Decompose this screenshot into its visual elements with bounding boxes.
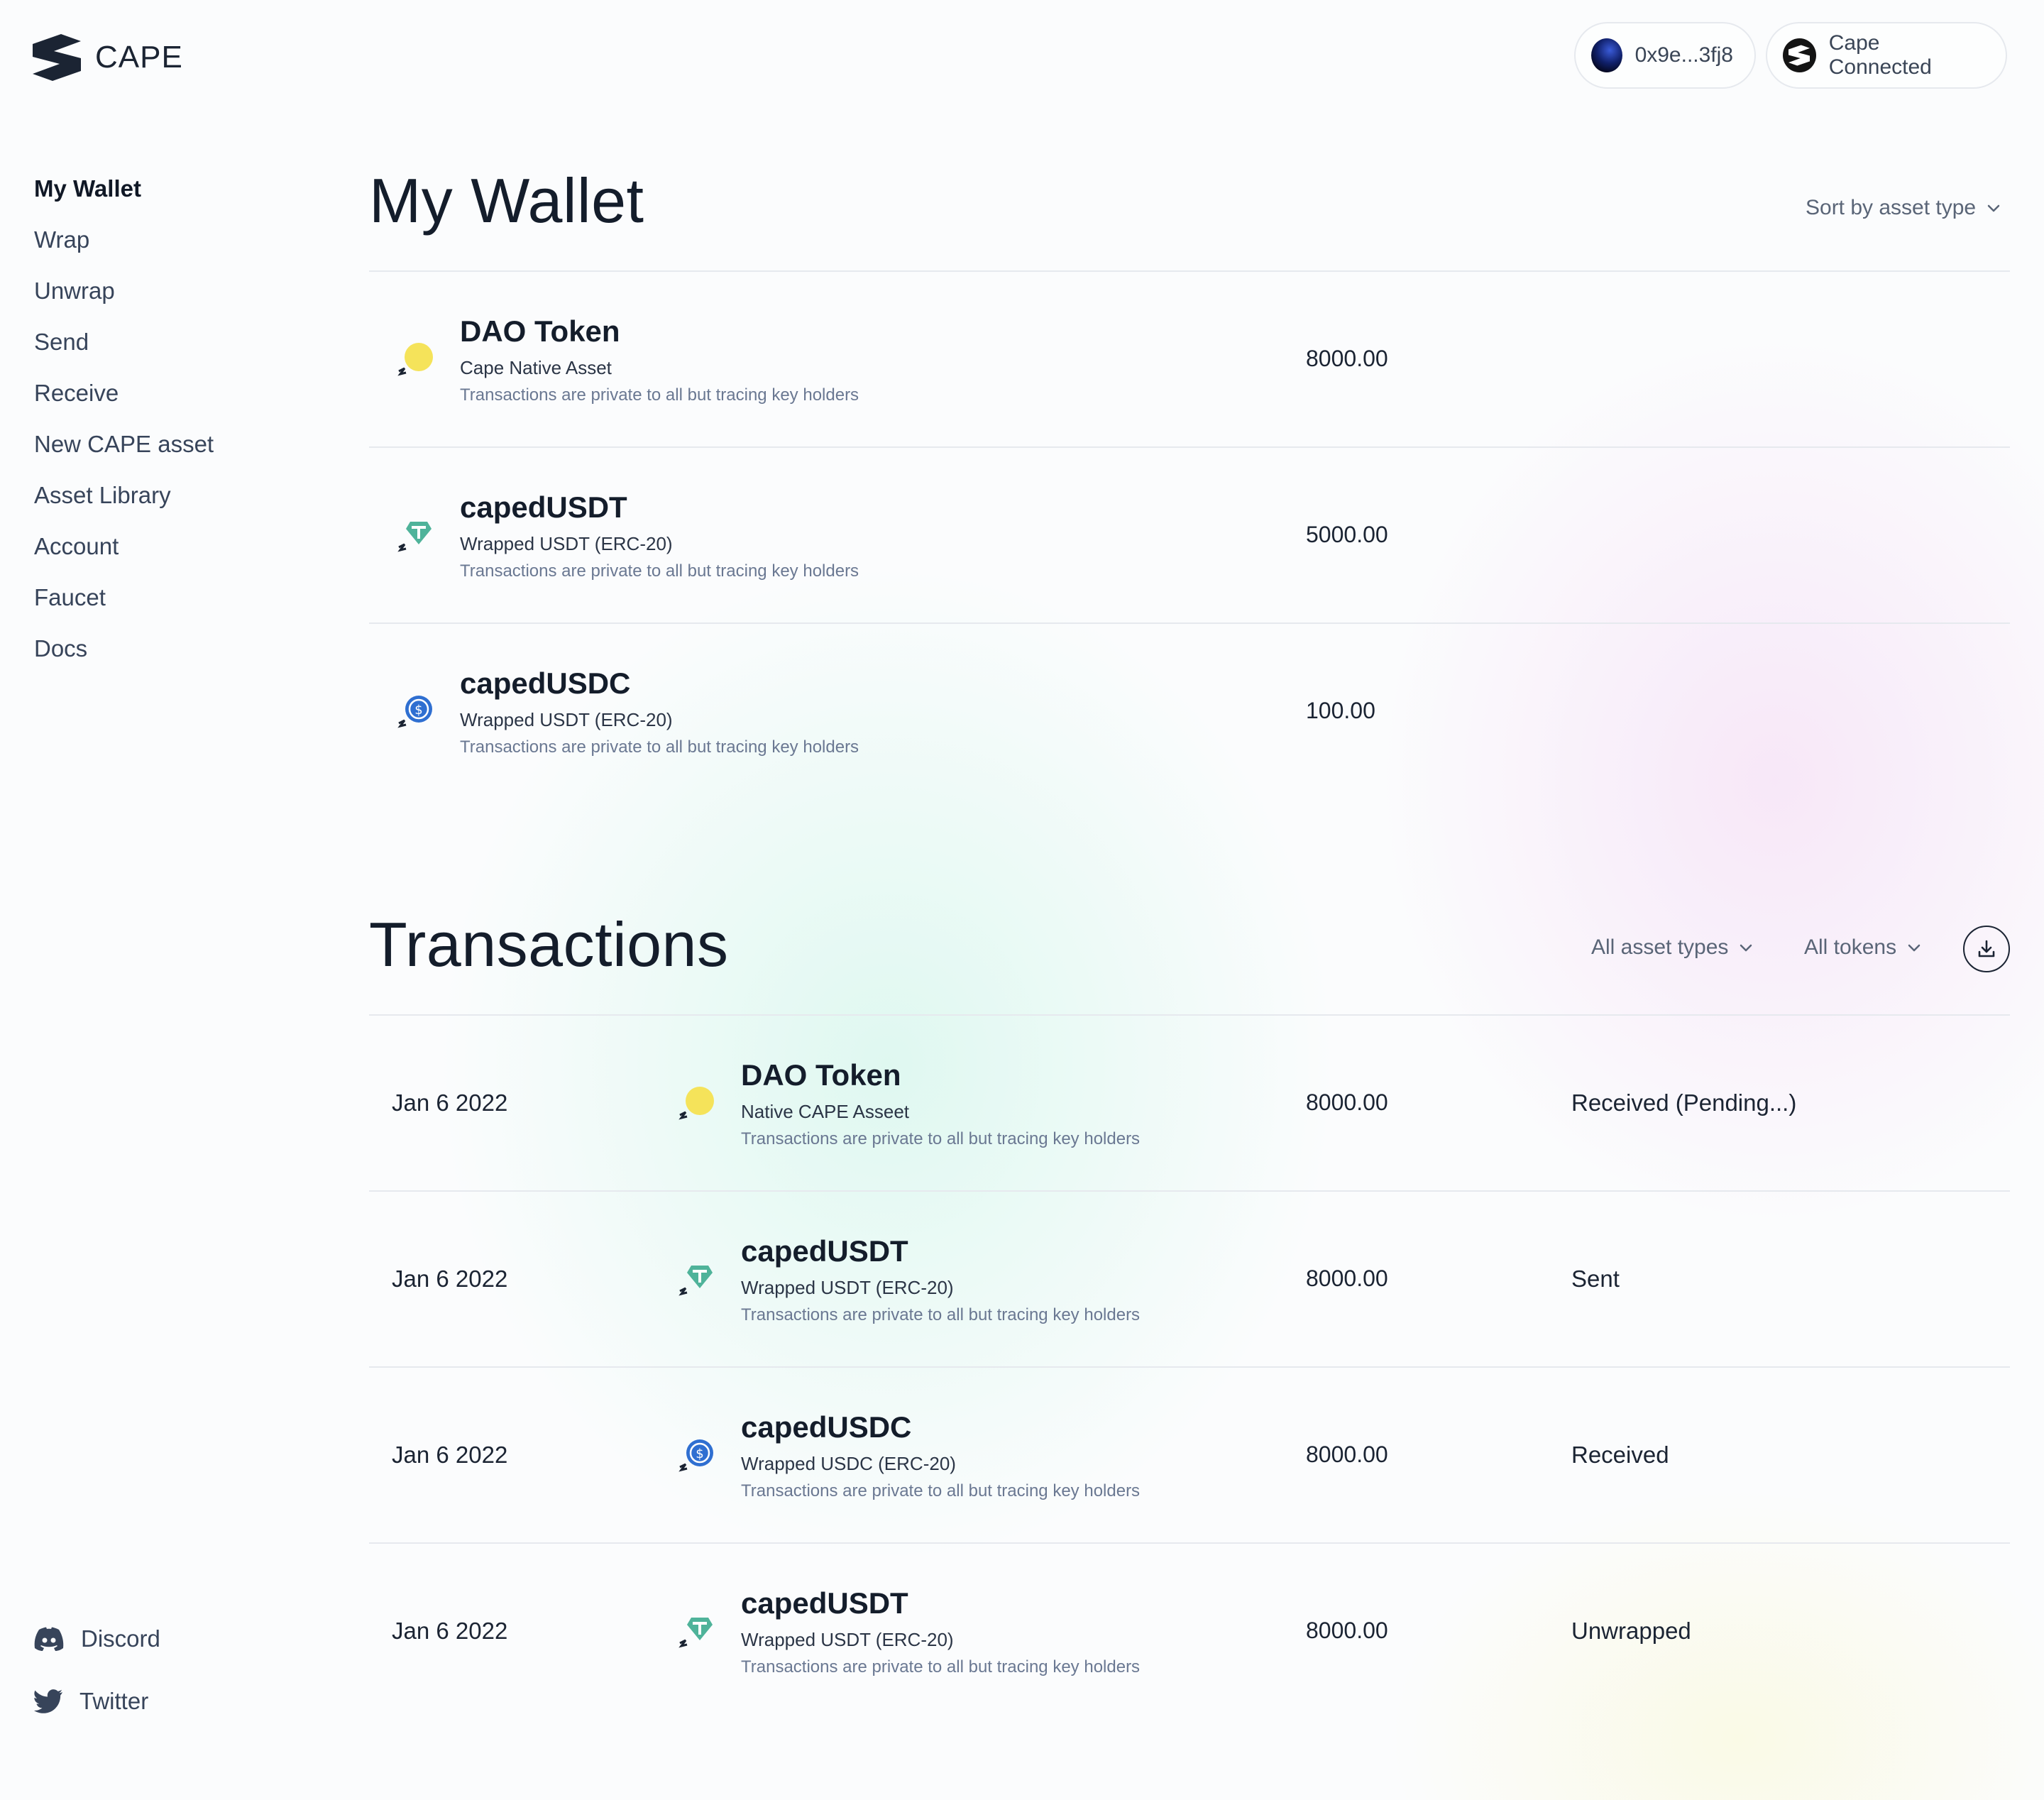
sidebar-item-asset-library[interactable]: Asset Library [34, 470, 214, 521]
transactions-title: Transactions [369, 909, 729, 979]
asset-privacy-note: Transactions are private to all but trac… [460, 385, 859, 405]
svg-text:$: $ [696, 1447, 703, 1461]
transaction-status: Received (Pending...) [1571, 1090, 1797, 1116]
asset-name: capedUSDT [460, 490, 627, 524]
svg-text:$: $ [414, 703, 422, 718]
asset-amount: 100.00 [1306, 698, 1375, 723]
asset-privacy-note: Transactions are private to all but trac… [460, 561, 859, 581]
sidebar-item-my-wallet[interactable]: My Wallet [34, 163, 214, 214]
transaction-token-subtitle: Wrapped USDT (ERC-20) [741, 1629, 954, 1650]
transaction-privacy-note: Transactions are private to all but trac… [741, 1305, 1141, 1324]
usdt-icon [678, 1618, 713, 1648]
tokens-filter-label: All tokens [1804, 935, 1897, 959]
sidebar-nav: My Wallet Wrap Unwrap Send Receive New C… [34, 163, 214, 674]
chevron-down-icon [1740, 944, 1752, 952]
transaction-token-subtitle: Native CAPE Asseet [741, 1101, 909, 1122]
dao-token-icon [678, 1087, 714, 1120]
transaction-token-subtitle: Wrapped USDT (ERC-20) [741, 1277, 954, 1298]
transaction-status: Unwrapped [1571, 1618, 1691, 1644]
discord-icon [34, 1627, 64, 1651]
sidebar-item-new-cape-asset[interactable]: New CAPE asset [34, 419, 214, 470]
discord-label: Discord [81, 1625, 160, 1652]
asset-subtitle: Wrapped USDT (ERC-20) [460, 533, 673, 554]
cape-connection-button[interactable]: Cape Connected [1766, 22, 2007, 89]
wallet-title: My Wallet [369, 165, 644, 236]
transaction-token-name: capedUSDT [741, 1586, 908, 1620]
transaction-amount: 8000.00 [1306, 1090, 1388, 1115]
tokens-filter-dropdown[interactable]: All tokens [1804, 935, 1922, 960]
transaction-privacy-note: Transactions are private to all but trac… [741, 1481, 1141, 1500]
asset-privacy-note: Transactions are private to all but trac… [460, 737, 859, 757]
chevron-down-icon [1908, 944, 1921, 952]
transaction-row[interactable]: Jan 6 2022 capedUSDT Wrapped USDT (ERC-2… [369, 1192, 2010, 1368]
asset-name: DAO Token [460, 314, 620, 348]
usdt-icon [397, 522, 432, 552]
download-icon [1978, 940, 1995, 957]
chevron-down-icon [1987, 204, 2000, 212]
asset-types-filter-label: All asset types [1591, 935, 1729, 959]
transaction-date: Jan 6 2022 [392, 1618, 508, 1644]
asset-name: capedUSDC [460, 666, 631, 700]
asset-subtitle: Wrapped USDT (ERC-20) [460, 709, 673, 730]
transaction-status: Sent [1571, 1266, 1620, 1292]
cape-logo-icon [33, 34, 81, 81]
twitter-link[interactable]: Twitter [34, 1688, 148, 1715]
wallet-asset-row[interactable]: DAO Token Cape Native Asset Transactions… [369, 272, 2010, 448]
wallet-avatar-icon [1591, 38, 1622, 72]
sort-label: Sort by asset type [1806, 196, 1977, 219]
twitter-label: Twitter [79, 1688, 149, 1714]
transaction-amount: 8000.00 [1306, 1442, 1388, 1467]
transaction-date: Jan 6 2022 [392, 1090, 508, 1116]
asset-amount: 8000.00 [1306, 346, 1388, 371]
asset-amount: 5000.00 [1306, 522, 1388, 547]
sidebar-item-wrap[interactable]: Wrap [34, 214, 214, 265]
transaction-privacy-note: Transactions are private to all but trac… [741, 1129, 1141, 1148]
asset-subtitle: Cape Native Asset [460, 357, 612, 378]
logo-text: CAPE [95, 40, 183, 75]
transaction-amount: 8000.00 [1306, 1618, 1388, 1643]
connection-status: Cape Connected [1828, 31, 1932, 79]
dao-token-icon [397, 343, 433, 376]
sidebar-item-receive[interactable]: Receive [34, 368, 214, 419]
twitter-icon [34, 1689, 62, 1713]
transaction-date: Jan 6 2022 [392, 1442, 508, 1468]
cape-connected-icon [1783, 38, 1816, 72]
transaction-token-name: capedUSDT [741, 1234, 908, 1268]
usdc-icon: $ [678, 1439, 713, 1472]
wallet-asset-row[interactable]: $ capedUSDC Wrapped USDT (ERC-20) Transa… [369, 624, 2010, 800]
sidebar-item-faucet[interactable]: Faucet [34, 572, 214, 623]
discord-link[interactable]: Discord [34, 1625, 160, 1652]
cape-logo[interactable]: CAPE [33, 34, 183, 81]
transaction-row[interactable]: Jan 6 2022 DAO Token Native CAPE Asseet … [369, 1016, 2010, 1192]
transaction-date: Jan 6 2022 [392, 1266, 508, 1292]
transaction-token-name: capedUSDC [741, 1410, 912, 1444]
sidebar-item-account[interactable]: Account [34, 521, 214, 572]
sidebar-item-send[interactable]: Send [34, 317, 214, 368]
wallet-address: 0x9e...3fj8 [1634, 43, 1733, 67]
usdc-icon: $ [397, 696, 432, 728]
transaction-token-subtitle: Wrapped USDC (ERC-20) [741, 1453, 956, 1474]
download-button[interactable] [1963, 926, 2010, 972]
usdt-icon [678, 1266, 713, 1296]
transaction-amount: 8000.00 [1306, 1266, 1388, 1291]
sidebar-item-docs[interactable]: Docs [34, 623, 214, 674]
transaction-token-name: DAO Token [741, 1058, 901, 1092]
asset-types-filter-dropdown[interactable]: All asset types [1591, 935, 1754, 960]
transaction-row[interactable]: Jan 6 2022 capedUSDT Wrapped USDT (ERC-2… [369, 1544, 2010, 1720]
wallet-address-button[interactable]: 0x9e...3fj8 [1574, 22, 1756, 89]
sidebar-item-unwrap[interactable]: Unwrap [34, 265, 214, 317]
transaction-row[interactable]: Jan 6 2022 $ capedUSDC Wrapped USDC (ERC… [369, 1368, 2010, 1544]
wallet-asset-row[interactable]: capedUSDT Wrapped USDT (ERC-20) Transact… [369, 448, 2010, 624]
transaction-privacy-note: Transactions are private to all but trac… [741, 1657, 1141, 1676]
sort-asset-type-dropdown[interactable]: Sort by asset type [1806, 196, 2001, 220]
transaction-status: Received [1571, 1442, 1669, 1468]
